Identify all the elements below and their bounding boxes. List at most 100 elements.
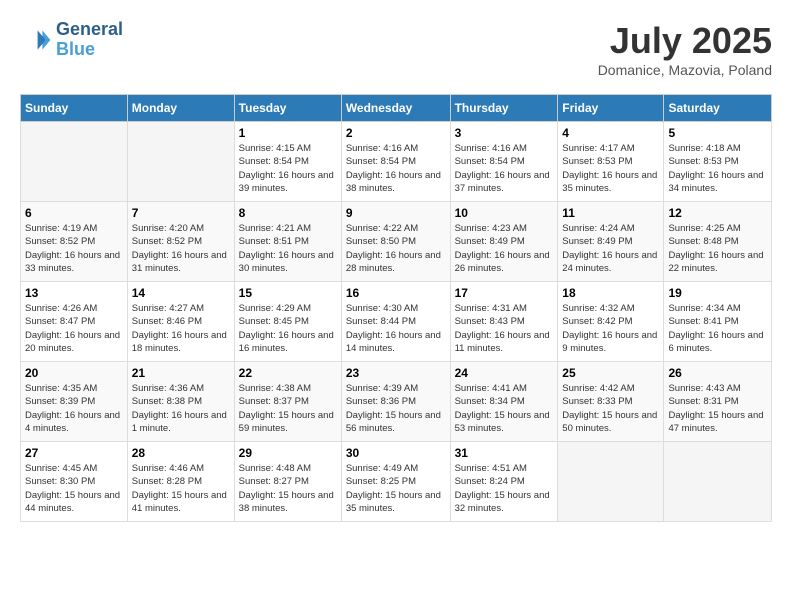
calendar-cell: 4 Sunrise: 4:17 AM Sunset: 8:53 PM Daylig…	[558, 122, 664, 202]
day-info: Sunrise: 4:19 AM Sunset: 8:52 PM Dayligh…	[25, 222, 123, 275]
day-info: Sunrise: 4:16 AM Sunset: 8:54 PM Dayligh…	[346, 142, 446, 195]
day-number: 23	[346, 366, 446, 380]
day-info: Sunrise: 4:45 AM Sunset: 8:30 PM Dayligh…	[25, 462, 123, 515]
col-wednesday: Wednesday	[341, 95, 450, 122]
calendar-row: 13 Sunrise: 4:26 AM Sunset: 8:47 PM Dayli…	[21, 282, 772, 362]
day-number: 20	[25, 366, 123, 380]
day-info: Sunrise: 4:26 AM Sunset: 8:47 PM Dayligh…	[25, 302, 123, 355]
day-number: 17	[455, 286, 554, 300]
day-number: 5	[668, 126, 767, 140]
day-number: 16	[346, 286, 446, 300]
calendar-cell: 2 Sunrise: 4:16 AM Sunset: 8:54 PM Daylig…	[341, 122, 450, 202]
day-info: Sunrise: 4:39 AM Sunset: 8:36 PM Dayligh…	[346, 382, 446, 435]
day-info: Sunrise: 4:29 AM Sunset: 8:45 PM Dayligh…	[239, 302, 337, 355]
day-number: 30	[346, 446, 446, 460]
logo-icon	[20, 24, 52, 56]
day-number: 11	[562, 206, 659, 220]
day-info: Sunrise: 4:16 AM Sunset: 8:54 PM Dayligh…	[455, 142, 554, 195]
day-info: Sunrise: 4:17 AM Sunset: 8:53 PM Dayligh…	[562, 142, 659, 195]
logo-text: General Blue	[56, 20, 123, 60]
day-info: Sunrise: 4:18 AM Sunset: 8:53 PM Dayligh…	[668, 142, 767, 195]
day-number: 22	[239, 366, 337, 380]
day-info: Sunrise: 4:41 AM Sunset: 8:34 PM Dayligh…	[455, 382, 554, 435]
day-info: Sunrise: 4:38 AM Sunset: 8:37 PM Dayligh…	[239, 382, 337, 435]
day-info: Sunrise: 4:24 AM Sunset: 8:49 PM Dayligh…	[562, 222, 659, 275]
calendar-cell	[21, 122, 128, 202]
day-info: Sunrise: 4:46 AM Sunset: 8:28 PM Dayligh…	[132, 462, 230, 515]
day-info: Sunrise: 4:36 AM Sunset: 8:38 PM Dayligh…	[132, 382, 230, 435]
calendar-cell: 1 Sunrise: 4:15 AM Sunset: 8:54 PM Daylig…	[234, 122, 341, 202]
calendar-cell: 24 Sunrise: 4:41 AM Sunset: 8:34 PM Dayli…	[450, 362, 558, 442]
col-sunday: Sunday	[21, 95, 128, 122]
day-number: 10	[455, 206, 554, 220]
calendar-cell: 31Sunrise: 4:51 AM Sunset: 8:24 PM Dayli…	[450, 442, 558, 522]
calendar-cell: 16 Sunrise: 4:30 AM Sunset: 8:44 PM Dayli…	[341, 282, 450, 362]
calendar-cell: 28 Sunrise: 4:46 AM Sunset: 8:28 PM Dayli…	[127, 442, 234, 522]
logo-line2: Blue	[56, 40, 123, 60]
calendar-cell: 7Sunrise: 4:20 AM Sunset: 8:52 PM Daylig…	[127, 202, 234, 282]
calendar-cell: 19Sunrise: 4:34 AM Sunset: 8:41 PM Dayli…	[664, 282, 772, 362]
day-number: 7	[132, 206, 230, 220]
day-number: 9	[346, 206, 446, 220]
day-number: 15	[239, 286, 337, 300]
day-number: 24	[455, 366, 554, 380]
calendar-cell: 29 Sunrise: 4:48 AM Sunset: 8:27 PM Dayli…	[234, 442, 341, 522]
day-info: Sunrise: 4:32 AM Sunset: 8:42 PM Dayligh…	[562, 302, 659, 355]
col-friday: Friday	[558, 95, 664, 122]
col-thursday: Thursday	[450, 95, 558, 122]
calendar-cell: 18Sunrise: 4:32 AM Sunset: 8:42 PM Dayli…	[558, 282, 664, 362]
day-number: 4	[562, 126, 659, 140]
day-number: 12	[668, 206, 767, 220]
day-info: Sunrise: 4:43 AM Sunset: 8:31 PM Dayligh…	[668, 382, 767, 435]
day-info: Sunrise: 4:21 AM Sunset: 8:51 PM Dayligh…	[239, 222, 337, 275]
calendar-cell: 26 Sunrise: 4:43 AM Sunset: 8:31 PM Dayli…	[664, 362, 772, 442]
calendar-cell	[558, 442, 664, 522]
subtitle: Domanice, Mazovia, Poland	[598, 62, 772, 78]
calendar-cell: 5 Sunrise: 4:18 AM Sunset: 8:53 PM Daylig…	[664, 122, 772, 202]
day-number: 8	[239, 206, 337, 220]
calendar-table: Sunday Monday Tuesday Wednesday Thursday…	[20, 94, 772, 522]
day-number: 29	[239, 446, 337, 460]
calendar-row: 1 Sunrise: 4:15 AM Sunset: 8:54 PM Daylig…	[21, 122, 772, 202]
calendar-cell: 12 Sunrise: 4:25 AM Sunset: 8:48 PM Dayli…	[664, 202, 772, 282]
day-info: Sunrise: 4:42 AM Sunset: 8:33 PM Dayligh…	[562, 382, 659, 435]
day-info: Sunrise: 4:31 AM Sunset: 8:43 PM Dayligh…	[455, 302, 554, 355]
calendar-cell: 25 Sunrise: 4:42 AM Sunset: 8:33 PM Dayli…	[558, 362, 664, 442]
calendar-cell: 14 Sunrise: 4:27 AM Sunset: 8:46 PM Dayli…	[127, 282, 234, 362]
calendar-cell: 8 Sunrise: 4:21 AM Sunset: 8:51 PM Daylig…	[234, 202, 341, 282]
day-number: 26	[668, 366, 767, 380]
day-number: 3	[455, 126, 554, 140]
calendar-cell: 15 Sunrise: 4:29 AM Sunset: 8:45 PM Dayli…	[234, 282, 341, 362]
day-info: Sunrise: 4:34 AM Sunset: 8:41 PM Dayligh…	[668, 302, 767, 355]
calendar-cell	[127, 122, 234, 202]
day-info: Sunrise: 4:27 AM Sunset: 8:46 PM Dayligh…	[132, 302, 230, 355]
day-number: 2	[346, 126, 446, 140]
title-block: July 2025 Domanice, Mazovia, Poland	[598, 20, 772, 78]
day-number: 27	[25, 446, 123, 460]
logo-line1: General	[56, 20, 123, 40]
day-number: 6	[25, 206, 123, 220]
day-number: 28	[132, 446, 230, 460]
calendar-cell: 9 Sunrise: 4:22 AM Sunset: 8:50 PM Daylig…	[341, 202, 450, 282]
calendar-cell: 21 Sunrise: 4:36 AM Sunset: 8:38 PM Dayli…	[127, 362, 234, 442]
day-number: 14	[132, 286, 230, 300]
day-number: 13	[25, 286, 123, 300]
calendar-cell: 13 Sunrise: 4:26 AM Sunset: 8:47 PM Dayli…	[21, 282, 128, 362]
day-number: 21	[132, 366, 230, 380]
day-info: Sunrise: 4:22 AM Sunset: 8:50 PM Dayligh…	[346, 222, 446, 275]
day-info: Sunrise: 4:30 AM Sunset: 8:44 PM Dayligh…	[346, 302, 446, 355]
calendar-row: 20Sunrise: 4:35 AM Sunset: 8:39 PM Dayli…	[21, 362, 772, 442]
calendar-cell: 27 Sunrise: 4:45 AM Sunset: 8:30 PM Dayli…	[21, 442, 128, 522]
calendar-cell: 17 Sunrise: 4:31 AM Sunset: 8:43 PM Dayli…	[450, 282, 558, 362]
header-row: Sunday Monday Tuesday Wednesday Thursday…	[21, 95, 772, 122]
day-number: 1	[239, 126, 337, 140]
day-info: Sunrise: 4:25 AM Sunset: 8:48 PM Dayligh…	[668, 222, 767, 275]
month-title: July 2025	[598, 20, 772, 62]
calendar-header: Sunday Monday Tuesday Wednesday Thursday…	[21, 95, 772, 122]
col-tuesday: Tuesday	[234, 95, 341, 122]
page-header: General Blue July 2025 Domanice, Mazovia…	[20, 20, 772, 78]
day-info: Sunrise: 4:48 AM Sunset: 8:27 PM Dayligh…	[239, 462, 337, 515]
day-info: Sunrise: 4:15 AM Sunset: 8:54 PM Dayligh…	[239, 142, 337, 195]
calendar-cell: 3 Sunrise: 4:16 AM Sunset: 8:54 PM Daylig…	[450, 122, 558, 202]
day-number: 25	[562, 366, 659, 380]
